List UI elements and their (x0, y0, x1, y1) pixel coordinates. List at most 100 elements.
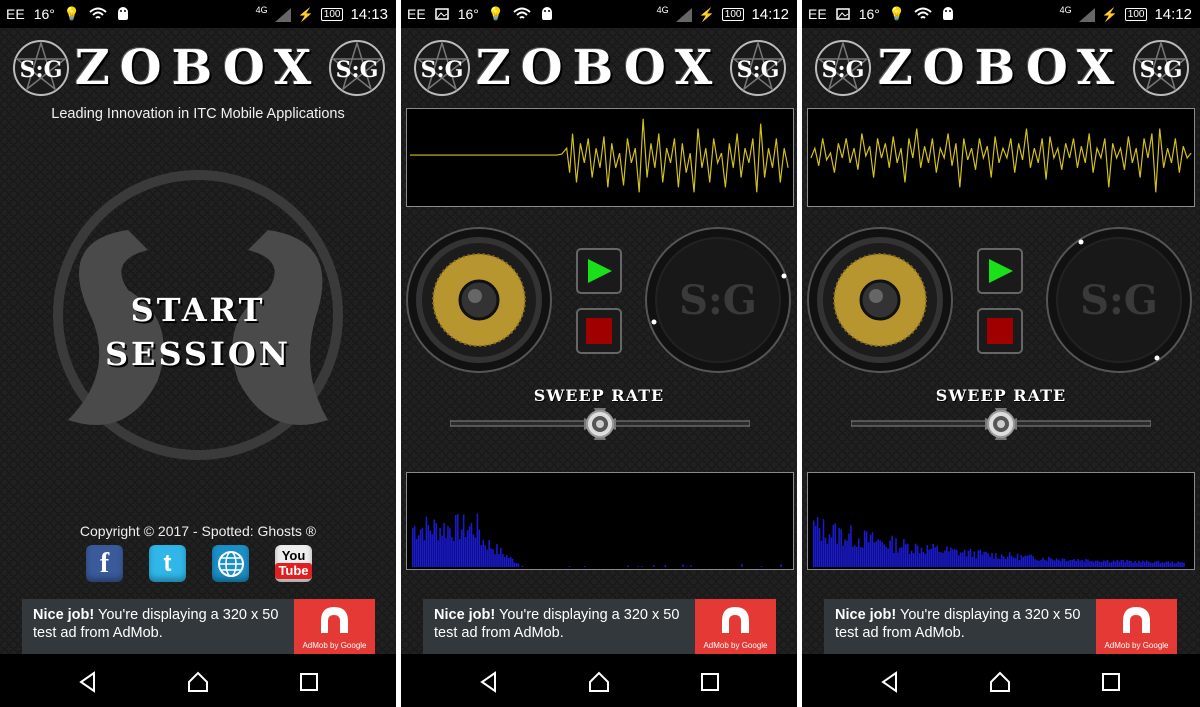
sweep-rate-slider[interactable] (851, 406, 1151, 442)
spectrum-bar (1175, 563, 1177, 568)
spectrum-bar (664, 564, 667, 568)
twitter-icon[interactable]: t (149, 545, 186, 582)
spectrum-bar (494, 554, 496, 568)
spectrum-bar (840, 529, 842, 568)
back-icon[interactable] (878, 670, 902, 694)
spectrum-bar (1010, 555, 1013, 568)
youtube-icon[interactable]: You Tube (275, 545, 312, 582)
spectrum-bar (967, 550, 970, 568)
spectrum-bar (924, 553, 927, 568)
back-icon[interactable] (76, 670, 100, 694)
spectrum-bar (472, 534, 475, 568)
spectrum-bar (1100, 562, 1103, 568)
spectrum-bar (1110, 562, 1113, 568)
spectrum-bar (1155, 561, 1158, 568)
spectrum-bar (955, 550, 958, 568)
spectrum-bar (1067, 560, 1070, 568)
recents-icon[interactable] (698, 670, 722, 694)
back-icon[interactable] (477, 670, 501, 694)
spectrum-bar (637, 566, 639, 568)
spectrum-bar (1042, 557, 1044, 568)
home-icon[interactable] (988, 670, 1012, 694)
spectrum-bar (889, 540, 891, 568)
spectrum-bar (871, 532, 874, 568)
spectrum-bar (1132, 562, 1134, 568)
spectrum-bar (957, 555, 960, 568)
spectrum-bar (969, 548, 972, 568)
spectrum-bar (983, 551, 985, 568)
spectrum-bar (944, 550, 946, 568)
spectrum-bar (1108, 562, 1111, 568)
play-button[interactable] (576, 248, 622, 294)
spectrum-bar (940, 552, 942, 568)
spectrum-bar (458, 539, 461, 568)
temperature-label: 16° (457, 6, 479, 22)
spectrum-bar (895, 538, 897, 568)
globe-icon[interactable] (212, 545, 249, 582)
spectrum-bar (1055, 558, 1058, 568)
svg-text:S:G: S:G (1080, 277, 1158, 324)
waveform-display (807, 108, 1195, 207)
spectrum-bar (431, 534, 434, 568)
home-icon[interactable] (186, 670, 210, 694)
network-type-label: 4G (1059, 4, 1072, 15)
start-session-line1: START (130, 291, 266, 329)
spectrum-bar (885, 546, 887, 568)
spectrum-bar (1106, 559, 1109, 568)
spectrum-bar (462, 514, 465, 568)
spectrum-bar (897, 552, 899, 568)
admob-banner[interactable]: Nice job! You're displaying a 320 x 50 t… (423, 599, 776, 654)
spectrum-bar (820, 540, 823, 568)
spectrum-bar (973, 551, 976, 568)
spectrum-bar (505, 555, 508, 568)
spectrum-bar (859, 547, 862, 568)
phone-screen-session-b: EE 16° 💡 4G ⚡ 100 14:12 S:G ZOBOX S:G S:… (802, 0, 1200, 707)
spectrum-bar (478, 529, 481, 568)
spectrum-bar (1085, 558, 1087, 568)
stop-button[interactable] (576, 308, 622, 354)
copyright-text: Copyright © 2017 - Spotted: Ghosts ® (79, 523, 317, 539)
spectrum-bar (920, 547, 923, 568)
sweep-rate-slider[interactable] (450, 406, 750, 442)
spectrum-bar (926, 545, 929, 568)
ad-bold-text: Nice job! (33, 607, 95, 623)
recents-icon[interactable] (1099, 670, 1123, 694)
spectrum-bar (690, 565, 692, 568)
sg-pentagram-logo-icon: S:G (1133, 40, 1189, 96)
spectrum-bar (916, 545, 919, 568)
start-session-button[interactable]: START SESSION (0, 288, 396, 376)
spectrum-bar (852, 546, 854, 568)
stop-button[interactable] (977, 308, 1023, 354)
spectrum-bar (468, 526, 471, 568)
spectrum-bar (822, 519, 825, 568)
temperature-label: 16° (858, 6, 880, 22)
spectrum-bar (906, 543, 909, 568)
admob-banner[interactable]: Nice job! You're displaying a 320 x 50 t… (22, 599, 375, 654)
spectrum-bar (449, 528, 451, 568)
home-icon[interactable] (587, 670, 611, 694)
spectrum-bar (1149, 562, 1152, 568)
sweep-rate-label: SWEEP RATE (533, 386, 665, 405)
spectrum-bar (991, 552, 993, 568)
start-session-line2: SESSION (104, 335, 292, 373)
play-button[interactable] (977, 248, 1023, 294)
app-header: S:G ZOBOX S:G (0, 36, 396, 98)
sweep-rate-knob[interactable] (584, 408, 616, 440)
facebook-icon[interactable]: f (86, 545, 123, 582)
spectrum-bar (1032, 556, 1034, 568)
spectrum-bar (950, 547, 952, 568)
spectrum-bar (1024, 555, 1027, 568)
spectrum-bar (1079, 560, 1081, 568)
spectrum-bar (1120, 560, 1123, 568)
spectrum-bar (1104, 561, 1107, 568)
spectrum-bar (1046, 560, 1048, 568)
recents-icon[interactable] (297, 670, 321, 694)
lightbulb-icon: 💡 (487, 6, 505, 21)
spectrum-bar (413, 526, 416, 568)
spectrum-bar (455, 514, 457, 568)
spectrum-bar (863, 530, 866, 568)
admob-banner[interactable]: Nice job! You're displaying a 320 x 50 t… (824, 599, 1177, 654)
spectrum-bar (1169, 563, 1172, 568)
sweep-rate-knob[interactable] (985, 408, 1017, 440)
spectrum-bar (999, 558, 1001, 568)
